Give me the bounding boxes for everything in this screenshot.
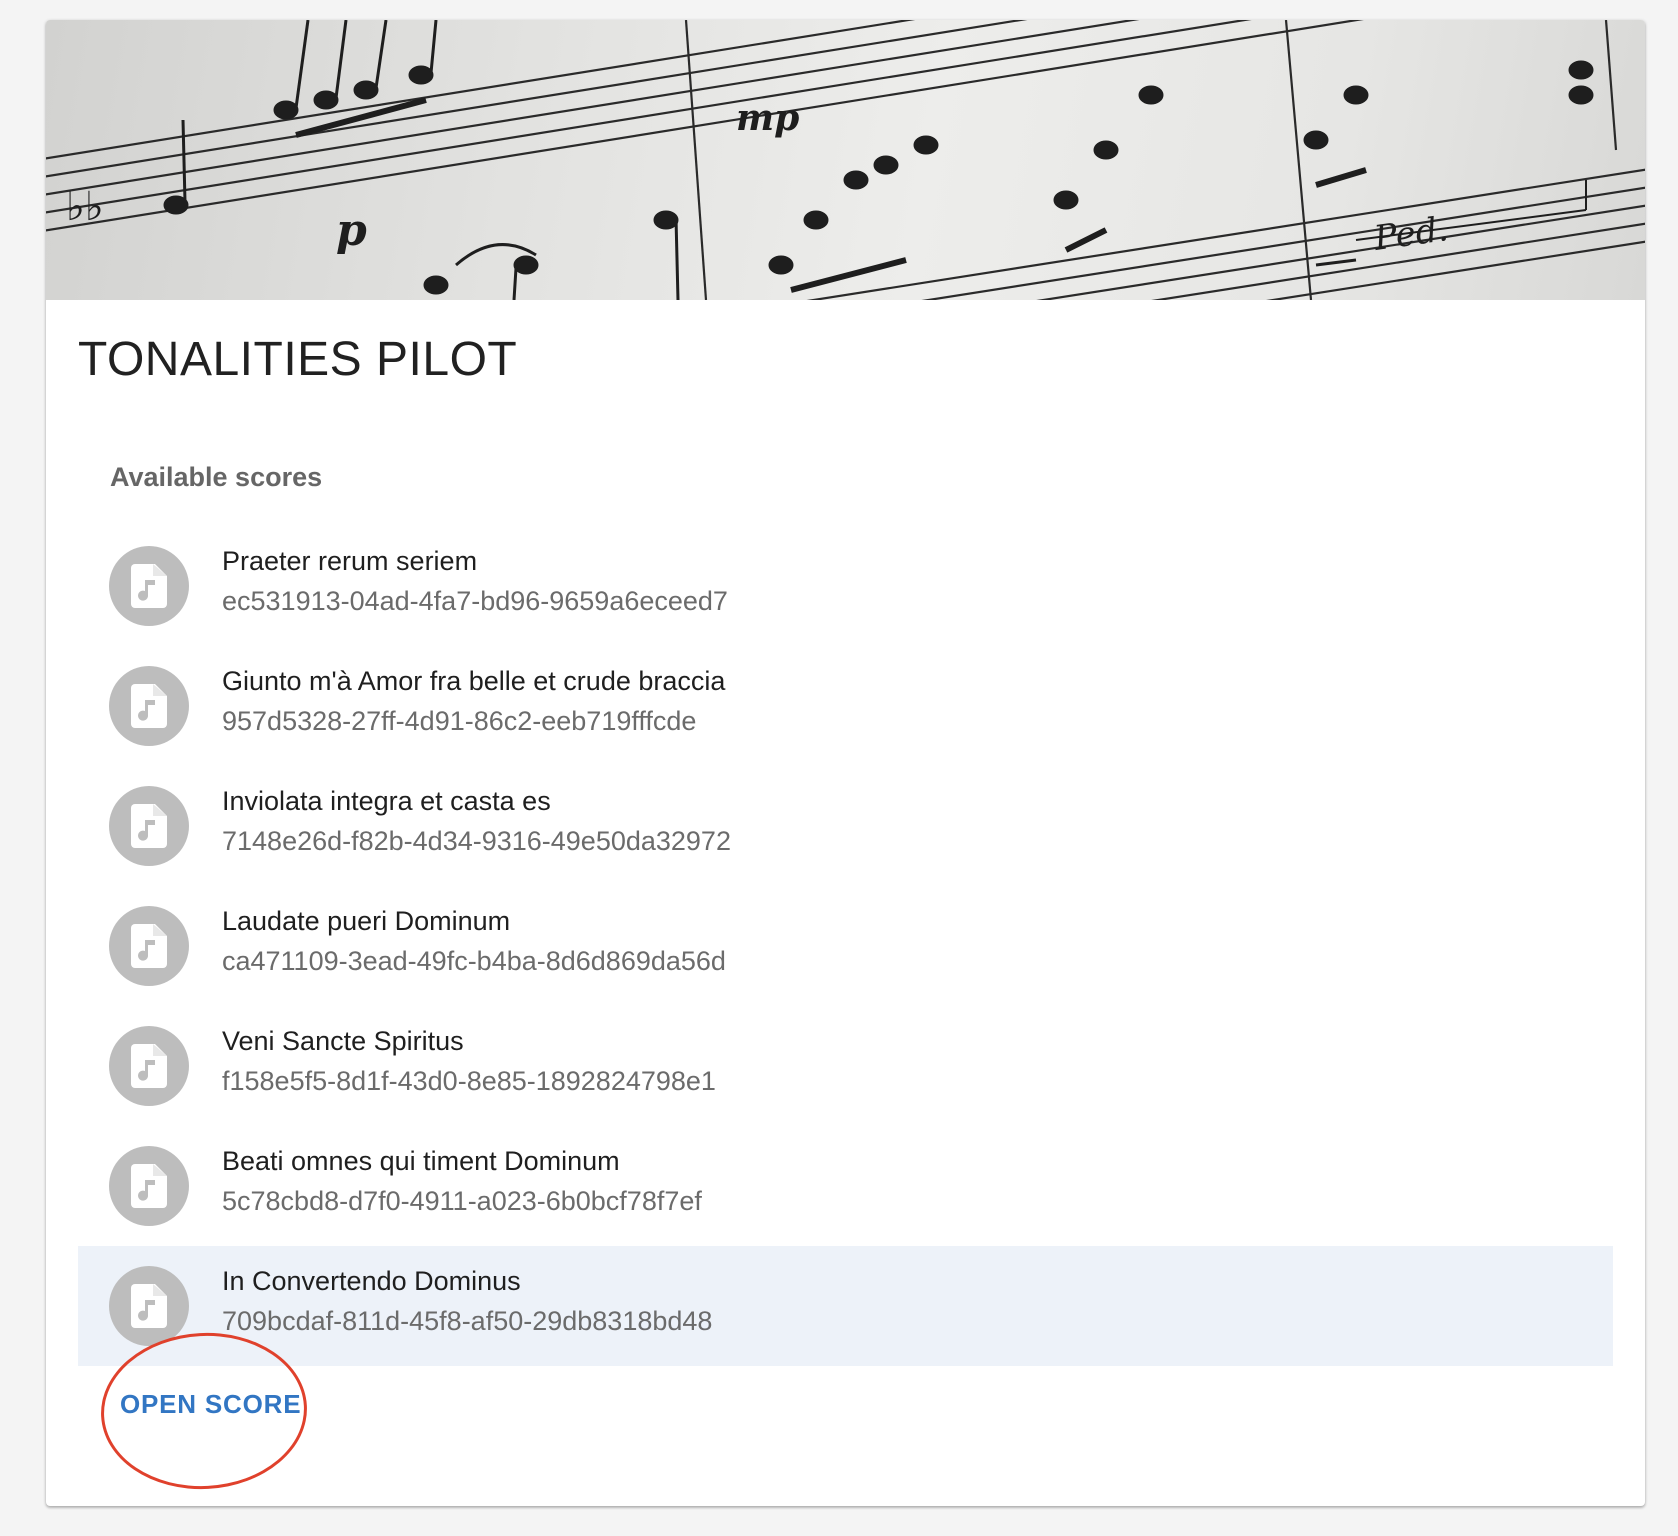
score-list-item[interactable]: Laudate pueri Dominum ca471109-3ead-49fc-… (78, 886, 1613, 1006)
project-title: TONALITIES PILOT (78, 333, 518, 386)
score-id: 709bcdaf-811d-45f8-af50-29db8318bd48 (222, 1306, 713, 1336)
music-file-icon (131, 1044, 167, 1088)
open-score-button[interactable]: OPEN SCORE (100, 1378, 321, 1430)
score-list-item[interactable]: Giunto m'à Amor fra belle et crude bracc… (78, 646, 1613, 766)
score-id: ec531913-04ad-4fa7-bd96-9659a6eceed7 (222, 586, 728, 616)
score-title: Veni Sancte Spiritus (222, 1026, 464, 1056)
score-avatar (109, 786, 189, 866)
score-title: Beati omnes qui timent Dominum (222, 1146, 620, 1176)
svg-text:Ped.: Ped. (1371, 209, 1451, 259)
score-avatar (109, 906, 189, 986)
score-list-item[interactable]: Praeter rerum seriem ec531913-04ad-4fa7-b… (78, 526, 1613, 646)
svg-text:♭♭: ♭♭ (66, 184, 104, 230)
score-avatar (109, 666, 189, 746)
score-title: Giunto m'à Amor fra belle et crude bracc… (222, 666, 726, 696)
score-title: In Convertendo Dominus (222, 1266, 521, 1296)
score-title: Praeter rerum seriem (222, 546, 478, 576)
score-avatar (109, 1026, 189, 1106)
svg-text:p: p (336, 205, 367, 256)
music-file-icon (131, 1164, 167, 1208)
score-title: Inviolata integra et casta es (222, 786, 551, 816)
scores-list-header: Available scores (110, 462, 323, 492)
score-id: 957d5328-27ff-4d91-86c2-eeb719fffcde (222, 706, 697, 736)
score-list-item[interactable]: In Convertendo Dominus 709bcdaf-811d-45f8… (78, 1246, 1613, 1366)
score-id: 5c78cbd8-d7f0-4911-a023-6b0bcf78f7ef (222, 1186, 702, 1216)
score-avatar (109, 1266, 189, 1346)
music-file-icon (131, 924, 167, 968)
score-title: Laudate pueri Dominum (222, 906, 511, 936)
music-file-icon (131, 684, 167, 728)
project-card: p mp Ped. ♭♭ TONALITIES PILOT Available … (46, 20, 1645, 1506)
sheet-music-banner: p mp Ped. ♭♭ (46, 20, 1645, 300)
score-avatar (109, 1146, 189, 1226)
music-file-icon (131, 1284, 167, 1328)
svg-text:mp: mp (736, 97, 799, 139)
score-list-item[interactable]: Inviolata integra et casta es 7148e26d-f8… (78, 766, 1613, 886)
score-id: f158e5f5-8d1f-43d0-8e85-1892824798e1 (222, 1066, 716, 1096)
score-id: ca471109-3ead-49fc-b4ba-8d6d869da56d (222, 946, 726, 976)
score-list-item[interactable]: Beati omnes qui timent Dominum 5c78cbd8-d… (78, 1126, 1613, 1246)
music-file-icon (131, 564, 167, 608)
score-id: 7148e26d-f82b-4d34-9316-49e50da32972 (222, 826, 731, 856)
sheet-music-image: p mp Ped. ♭♭ (46, 20, 1645, 300)
score-avatar (109, 546, 189, 626)
music-file-icon (131, 804, 167, 848)
score-list: Praeter rerum seriem ec531913-04ad-4fa7-b… (78, 526, 1613, 1366)
score-list-item[interactable]: Veni Sancte Spiritus f158e5f5-8d1f-43d0-8… (78, 1006, 1613, 1126)
